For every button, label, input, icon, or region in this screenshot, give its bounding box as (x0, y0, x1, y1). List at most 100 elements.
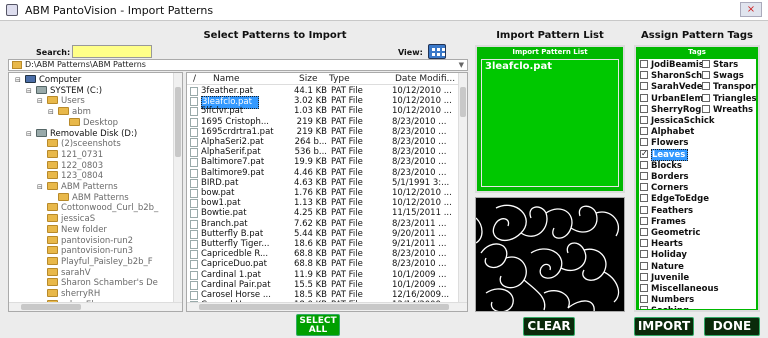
done-button[interactable]: DONE (704, 317, 760, 336)
tree-node[interactable]: jessicaS (47, 214, 95, 225)
tag-item[interactable]: Holiday (640, 250, 687, 261)
import-button[interactable]: IMPORT (634, 317, 694, 336)
view-mode-button[interactable] (428, 44, 446, 59)
tag-item[interactable]: JessicaSchick (640, 116, 715, 127)
tag-checkbox[interactable] (640, 272, 648, 281)
tag-checkbox[interactable] (640, 71, 648, 80)
tag-item[interactable]: SarahVede (640, 82, 703, 93)
column-size[interactable]: Size (299, 74, 317, 84)
tree-node[interactable]: ⊟ SYSTEM (C:) (26, 85, 102, 97)
tag-item[interactable]: EdgeToEdge (640, 194, 709, 205)
tag-checkbox[interactable] (640, 306, 648, 309)
chevron-down-icon[interactable]: ▼ (459, 60, 464, 70)
tag-item[interactable]: Corners (640, 183, 688, 194)
tag-item[interactable]: Sashing (640, 306, 689, 309)
tree-node[interactable]: ⊟ Removable Disk (D:) (26, 128, 137, 140)
tree-expander-icon[interactable]: ⊟ (37, 96, 43, 107)
tree-node[interactable]: pantovision-run3 (47, 246, 133, 257)
tag-item[interactable]: Swags (702, 71, 744, 82)
tag-checkbox[interactable] (640, 104, 648, 113)
tree-node[interactable]: sherryRH (47, 289, 100, 300)
tree-node[interactable]: Sharon Schamber's De (47, 278, 158, 289)
file-list-horizontal-scrollbar[interactable] (187, 302, 467, 311)
file-list-vertical-scrollbar[interactable] (458, 73, 467, 303)
tag-checkbox[interactable] (702, 93, 710, 102)
tag-item[interactable]: Feathers (640, 205, 693, 217)
tree-node[interactable]: Cottonwood_Curl_b2b_ (47, 203, 158, 214)
tag-item[interactable]: Leaves (640, 148, 689, 161)
tree-expander-icon[interactable]: ⊟ (48, 107, 54, 118)
tree-node[interactable]: ⊟ Computer (15, 75, 81, 86)
tag-checkbox[interactable] (640, 160, 648, 169)
tag-checkbox[interactable] (640, 295, 648, 304)
tag-checkbox[interactable] (640, 194, 648, 203)
tag-checkbox[interactable] (702, 71, 710, 80)
tag-item[interactable]: Hearts (640, 239, 683, 250)
tree-node[interactable]: ABM Patterns (58, 192, 129, 204)
tree-node[interactable]: 121_0731 (47, 149, 103, 161)
import-list-item[interactable]: 3leafclo.pat (485, 61, 552, 72)
file-list[interactable]: / Name Size Type Date Modifi... 3feather… (186, 72, 468, 312)
import-list[interactable]: 3leafclo.pat (481, 59, 619, 187)
tag-item[interactable]: UrbanElem (640, 93, 703, 105)
folder-tree[interactable]: ⊟ Computer ⊟ SYSTEM (C:) ⊟ Users ⊟ abm Desktop ⊟ R… (8, 72, 183, 312)
tree-node[interactable]: ⊟ Users (37, 96, 85, 107)
tag-checkbox[interactable] (640, 93, 648, 102)
tag-item[interactable]: SherryRog (640, 104, 701, 116)
tag-checkbox[interactable] (702, 60, 710, 68)
tag-item[interactable]: Nature (640, 261, 684, 273)
tree-node[interactable]: Desktop (69, 117, 118, 129)
tag-item[interactable]: Stars (702, 60, 738, 71)
tag-item[interactable]: Wreaths (702, 104, 753, 116)
tree-node[interactable]: 122_0803 (47, 160, 103, 172)
tag-checkbox[interactable] (640, 216, 648, 225)
tag-item[interactable]: Transporta (702, 82, 756, 93)
tag-item[interactable]: Frames (640, 216, 686, 228)
tag-item[interactable]: Numbers (640, 295, 694, 306)
tag-checkbox[interactable] (640, 284, 648, 292)
search-input[interactable] (72, 45, 152, 58)
tag-checkbox[interactable] (640, 183, 648, 192)
tree-node[interactable]: pantovision-run2 (47, 235, 133, 247)
tag-item[interactable]: Alphabet (640, 127, 694, 138)
tag-item[interactable]: Borders (640, 172, 689, 183)
tree-node[interactable]: (2)sceenshots (47, 139, 121, 150)
path-bar[interactable]: D:\ABM Patterns\ABM Patterns ▼ (8, 59, 468, 71)
tag-checkbox[interactable] (640, 205, 648, 214)
select-all-button[interactable]: SELECT ALL (296, 314, 340, 336)
column-date[interactable]: Date Modifi... (395, 74, 455, 84)
tag-checkbox[interactable] (640, 250, 648, 259)
column-type[interactable]: Type (329, 74, 350, 84)
tag-checkbox[interactable] (640, 228, 648, 236)
tag-checkbox[interactable] (640, 82, 648, 91)
tag-checkbox[interactable] (640, 239, 648, 248)
tag-checkbox[interactable] (640, 138, 648, 147)
close-button[interactable]: × (740, 2, 762, 17)
tree-expander-icon[interactable]: ⊟ (37, 182, 43, 193)
tree-node[interactable]: ⊟ abm (48, 107, 91, 118)
tree-node[interactable]: sarahV (47, 267, 91, 279)
column-name[interactable]: Name (213, 74, 240, 84)
tree-expander-icon[interactable]: ⊟ (26, 129, 32, 140)
tag-item[interactable]: Blocks (640, 160, 682, 172)
tag-checkbox[interactable] (640, 172, 648, 180)
tag-item[interactable]: SharonSch (640, 71, 702, 82)
tag-checkbox[interactable] (640, 261, 648, 270)
tag-item[interactable]: JodiBeamish (640, 60, 710, 71)
tag-checkbox[interactable] (702, 82, 710, 91)
tag-checkbox[interactable] (640, 148, 648, 159)
tree-node[interactable]: Playful_Paisley_b2b_F (47, 256, 153, 268)
tag-checkbox[interactable] (640, 60, 648, 68)
clear-button[interactable]: CLEAR (523, 317, 575, 336)
tag-item[interactable]: Miscellaneous (640, 284, 719, 295)
tree-expander-icon[interactable]: ⊟ (26, 86, 32, 97)
tag-item[interactable]: Juvenile (640, 272, 689, 284)
tag-checkbox[interactable] (640, 127, 648, 136)
tag-item[interactable]: Triangles (702, 93, 756, 105)
tag-checkbox[interactable] (640, 116, 648, 124)
tree-node[interactable]: 123_0804 (47, 171, 103, 182)
tree-expander-icon[interactable]: ⊟ (15, 75, 21, 86)
tree-vertical-scrollbar[interactable] (173, 73, 182, 303)
tag-checkbox[interactable] (702, 104, 710, 113)
tag-item[interactable]: Geometric (640, 228, 700, 239)
